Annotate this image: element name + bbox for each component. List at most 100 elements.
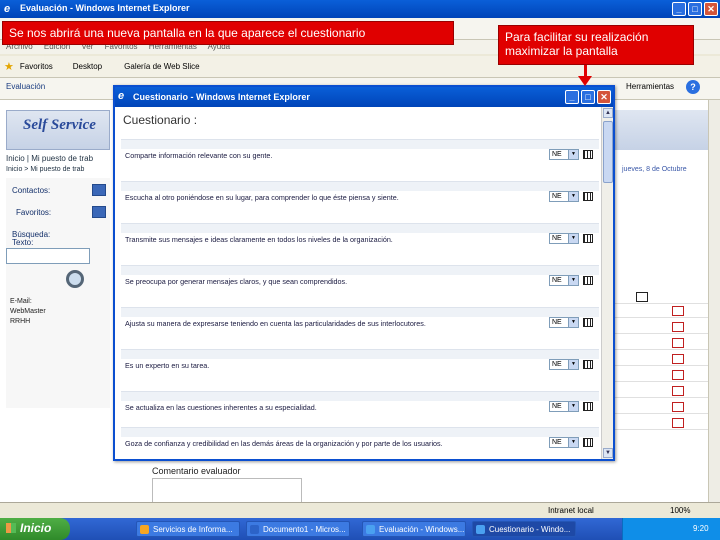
date-label: jueves, 8 de Octubre [622, 166, 687, 173]
question-text: Comparte información relevante con su ge… [125, 151, 273, 160]
taskbar-item[interactable]: Documento1 - Micros... [246, 521, 350, 537]
chevron-down-icon[interactable]: ▼ [568, 192, 578, 201]
breadcrumb-top[interactable]: Inicio | Mi puesto de trab [6, 154, 93, 163]
edit-icon[interactable] [672, 370, 684, 380]
grid-icon[interactable] [583, 192, 593, 201]
question-row: Transmite sus mensajes e ideas clarament… [121, 223, 599, 265]
tools-menu-button[interactable]: Herramientas [626, 82, 674, 91]
callout-maximize: Para facilitar su realización maximizar … [498, 25, 694, 65]
question-text: Goza de confianza y credibilidad en las … [125, 439, 443, 448]
chevron-down-icon[interactable]: ▼ [568, 438, 578, 447]
help-icon[interactable]: ? [686, 80, 700, 94]
question-row: Goza de confianza y credibilidad en las … [121, 427, 599, 459]
status-bar: Intranet local 100% [0, 502, 720, 518]
contact-email: E-Mail: [10, 298, 32, 305]
questionnaire-window-controls: _ □ ✕ [565, 90, 611, 104]
chevron-down-icon[interactable]: ▼ [568, 402, 578, 411]
minimize-button[interactable]: _ [672, 2, 686, 16]
rating-select[interactable]: NE ▼ [549, 233, 579, 244]
favorites-button[interactable]: Favoritos [20, 62, 53, 71]
list-item [614, 402, 708, 414]
question-row: Se preocupa por generar mensajes claros,… [121, 265, 599, 307]
search-input[interactable] [6, 248, 90, 264]
ie-icon [476, 525, 485, 534]
scroll-thumb[interactable] [603, 121, 613, 183]
page-scrollbar[interactable] [708, 100, 720, 518]
questionnaire-titlebar: e Cuestionario - Windows Internet Explor… [115, 87, 613, 107]
start-button[interactable]: Inicio [0, 518, 70, 540]
grid-icon[interactable] [583, 438, 593, 447]
questionnaire-scrollbar[interactable]: ▲ ▼ [601, 107, 613, 459]
edit-icon[interactable] [672, 322, 684, 332]
list-item [614, 306, 708, 318]
close-button[interactable]: ✕ [597, 90, 611, 104]
comment-label: Comentario evaluador [152, 466, 241, 476]
list-item [614, 354, 708, 366]
search-icon[interactable] [66, 270, 84, 288]
fav-link-webslice[interactable]: Galería de Web Slice [124, 62, 199, 71]
contact-webmaster[interactable]: WebMaster [10, 308, 46, 315]
bg-window-titlebar: e Evaluación - Windows Internet Explorer… [0, 0, 720, 18]
questionnaire-window-title: Cuestionario - Windows Internet Explorer [133, 92, 310, 102]
taskbar-item[interactable]: Servicios de Informa... [136, 521, 240, 537]
taskbar-item-active[interactable]: Cuestionario - Windo... [472, 521, 576, 537]
question-text: Se actualiza en las cuestiones inherente… [125, 403, 317, 412]
favorites-star-icon[interactable]: ★ [4, 60, 14, 73]
scroll-down-arrow-icon[interactable]: ▼ [603, 448, 613, 458]
question-text: Se preocupa por generar mensajes claros,… [125, 277, 348, 286]
taskbar-item[interactable]: Evaluación - Windows... [362, 521, 466, 537]
edit-icon[interactable] [672, 338, 684, 348]
maximize-button[interactable]: □ [581, 90, 595, 104]
tab-evaluacion[interactable]: Evaluación [6, 82, 45, 91]
rating-select[interactable]: NE ▼ [549, 275, 579, 286]
favorites-icon[interactable] [92, 206, 106, 218]
text-label: Texto: [12, 238, 34, 247]
windows-logo-icon [6, 523, 16, 533]
system-tray: 9:20 [622, 518, 720, 540]
grid-icon[interactable] [583, 276, 593, 285]
ie-icon [366, 525, 375, 534]
chevron-down-icon[interactable]: ▼ [568, 360, 578, 369]
questionnaire-window: e Cuestionario - Windows Internet Explor… [113, 85, 615, 461]
rating-select[interactable]: NE ▼ [549, 149, 579, 160]
close-button[interactable]: ✕ [704, 2, 718, 16]
minimize-button[interactable]: _ [565, 90, 579, 104]
rating-select[interactable]: NE ▼ [549, 191, 579, 202]
grid-icon[interactable] [583, 234, 593, 243]
grid-icon[interactable] [583, 360, 593, 369]
chevron-down-icon[interactable]: ▼ [568, 150, 578, 159]
grid-icon[interactable] [583, 402, 593, 411]
bg-window-title: Evaluación - Windows Internet Explorer [20, 3, 190, 13]
contacts-icon[interactable] [92, 184, 106, 196]
rating-select[interactable]: NE ▼ [549, 401, 579, 412]
list-item [614, 386, 708, 398]
edit-icon[interactable] [672, 418, 684, 428]
rating-select[interactable]: NE ▼ [549, 317, 579, 328]
calendar-icon [636, 292, 648, 302]
edit-icon[interactable] [672, 354, 684, 364]
fav-link-desktop[interactable]: Desktop [73, 62, 102, 71]
taskbar: Inicio Servicios de Informa... Documento… [0, 518, 720, 540]
scroll-up-arrow-icon[interactable]: ▲ [603, 108, 613, 118]
question-row: Ajusta su manera de expresarse teniendo … [121, 307, 599, 349]
question-text: Escucha al otro poniéndose en su lugar, … [125, 193, 399, 202]
callout-new-window: Se nos abrirá una nueva pantalla en la q… [2, 21, 454, 45]
grid-icon[interactable] [583, 318, 593, 327]
list-item [614, 418, 708, 430]
edit-icon[interactable] [672, 306, 684, 316]
list-item [614, 338, 708, 350]
chevron-down-icon[interactable]: ▼ [568, 318, 578, 327]
zoom-level[interactable]: 100% [670, 506, 690, 515]
grid-icon[interactable] [583, 150, 593, 159]
edit-icon[interactable] [672, 402, 684, 412]
chevron-down-icon[interactable]: ▼ [568, 276, 578, 285]
rating-select[interactable]: NE ▼ [549, 437, 579, 448]
contact-rrhh[interactable]: RRHH [10, 318, 30, 325]
maximize-button[interactable]: □ [688, 2, 702, 16]
breadcrumb[interactable]: Inicio > Mi puesto de trab [6, 166, 84, 173]
chevron-down-icon[interactable]: ▼ [568, 234, 578, 243]
edit-icon[interactable] [672, 386, 684, 396]
ie-icon: e [4, 3, 11, 15]
clock: 9:20 [693, 524, 709, 533]
rating-select[interactable]: NE ▼ [549, 359, 579, 370]
